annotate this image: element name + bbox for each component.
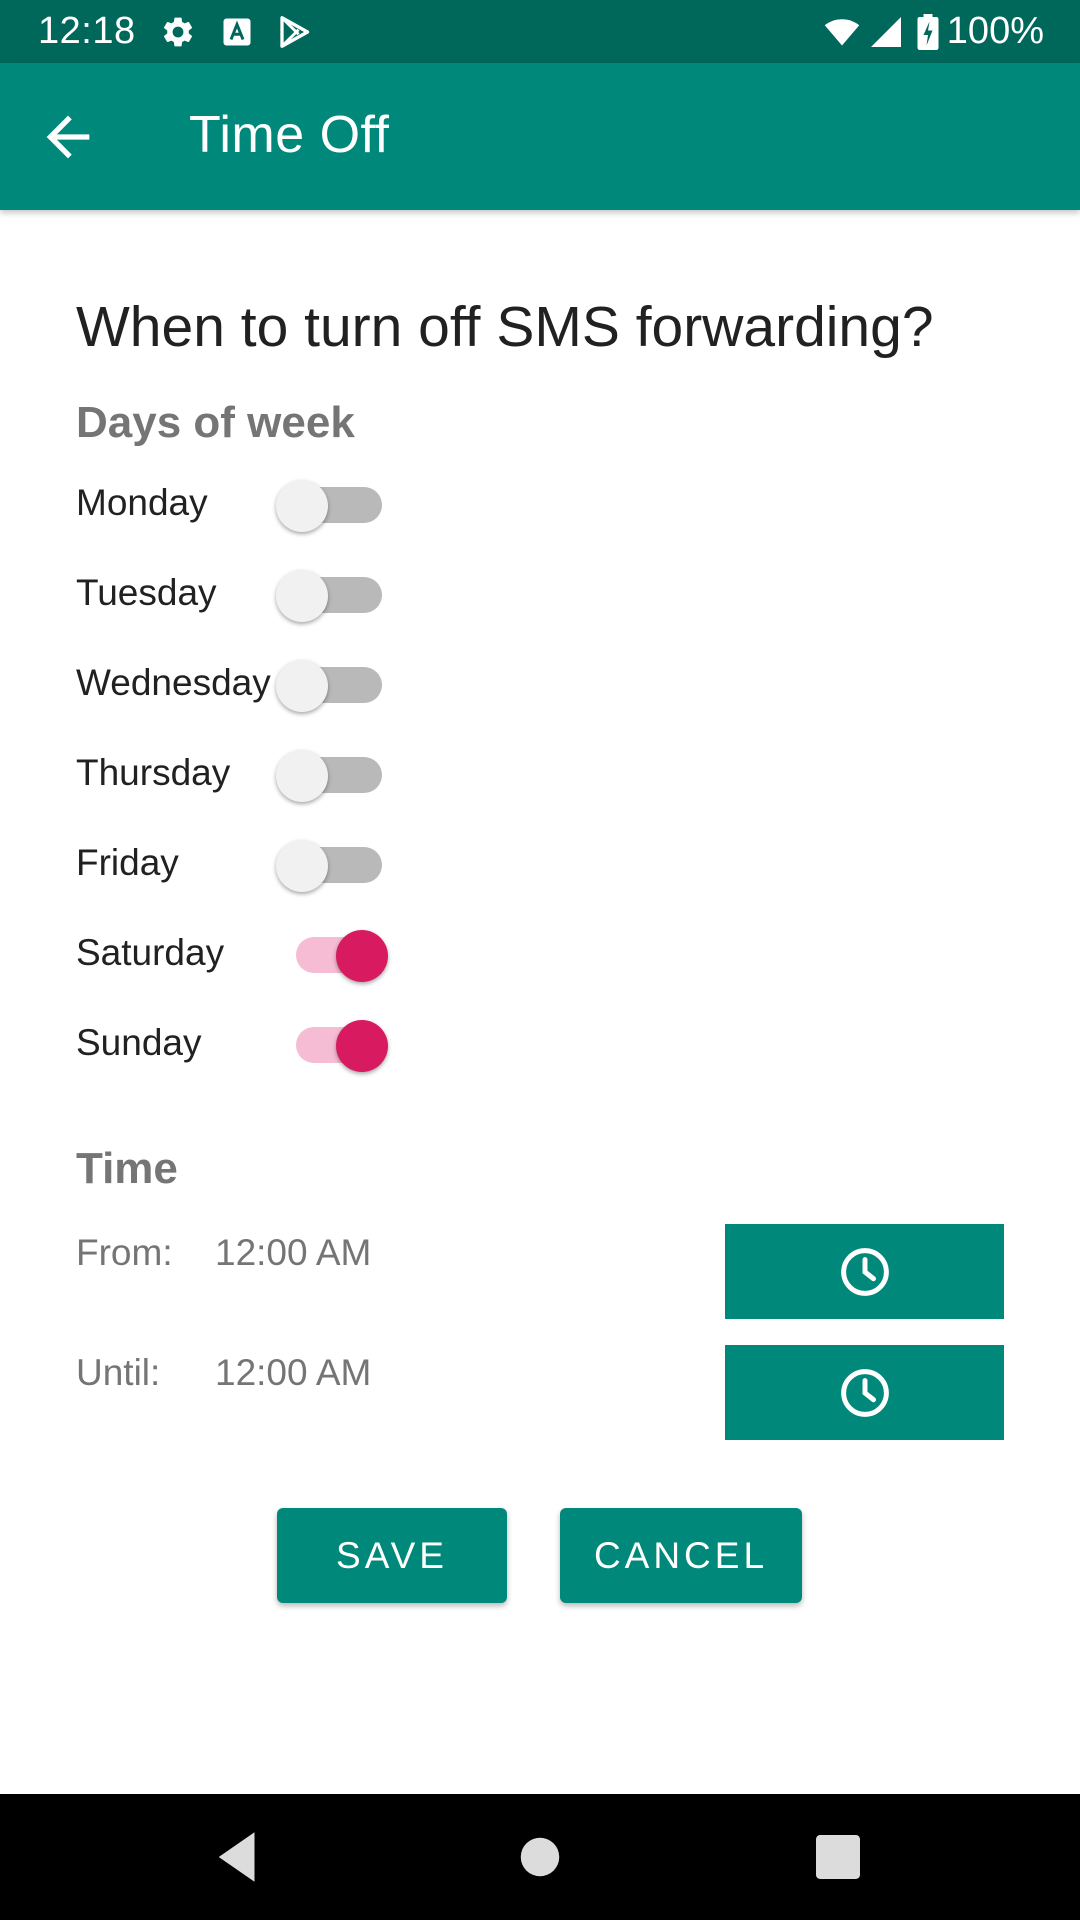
switch-thumb — [336, 930, 388, 982]
day-row-wednesday: Wednesday — [76, 650, 396, 720]
saturday-switch[interactable] — [276, 920, 388, 990]
font-a-icon — [223, 18, 251, 46]
day-label: Monday — [76, 482, 208, 523]
clock-icon — [840, 1368, 889, 1417]
switch-thumb — [276, 750, 328, 802]
wednesday-switch[interactable] — [276, 650, 388, 720]
switch-thumb — [276, 570, 328, 622]
day-label: Tuesday — [76, 572, 217, 613]
home-circle-icon[interactable] — [507, 1824, 573, 1890]
from-time-picker-button[interactable] — [725, 1224, 1004, 1319]
day-row-saturday: Saturday — [76, 920, 396, 990]
screen: 12:18 100% Time Off When to turn off SMS… — [0, 0, 1080, 1920]
day-row-tuesday: Tuesday — [76, 560, 396, 630]
from-time-value: 12:00 AM — [215, 1232, 372, 1273]
until-label: Until: — [76, 1352, 161, 1393]
day-label: Sunday — [76, 1022, 202, 1063]
clock-icon — [840, 1247, 889, 1296]
day-row-friday: Friday — [76, 830, 396, 900]
day-row-monday: Monday — [76, 470, 396, 540]
cancel-button[interactable]: CANCEL — [560, 1508, 802, 1603]
from-label: From: — [76, 1232, 173, 1273]
day-label: Saturday — [76, 932, 225, 973]
days-section-header: Days of week — [76, 398, 355, 447]
save-button[interactable]: SAVE — [277, 1508, 507, 1603]
thursday-switch[interactable] — [276, 740, 388, 810]
battery-charging-icon — [917, 14, 939, 50]
question-heading: When to turn off SMS forwarding? — [76, 295, 934, 359]
switch-thumb — [276, 840, 328, 892]
until-time-value: 12:00 AM — [215, 1352, 372, 1393]
page-title: Time Off — [189, 106, 390, 164]
day-row-thursday: Thursday — [76, 740, 396, 810]
until-time-picker-button[interactable] — [725, 1345, 1004, 1440]
day-label: Thursday — [76, 752, 231, 793]
recents-square-icon[interactable] — [805, 1824, 871, 1890]
navigation-bar — [0, 1794, 1080, 1920]
day-label: Wednesday — [76, 662, 271, 703]
battery-percent: 100% — [946, 10, 1044, 52]
switch-thumb — [336, 1020, 388, 1072]
back-button[interactable] — [30, 105, 110, 169]
app-bar: Time Off — [0, 63, 1080, 210]
status-bar: 12:18 100% — [0, 0, 1080, 63]
arrow-back-icon — [46, 115, 90, 159]
switch-thumb — [276, 480, 328, 532]
wifi-icon — [824, 19, 860, 46]
day-row-sunday: Sunday — [76, 1010, 396, 1080]
back-triangle-icon[interactable] — [205, 1824, 271, 1890]
tuesday-switch[interactable] — [276, 560, 388, 630]
sunday-switch[interactable] — [276, 1010, 388, 1080]
monday-switch[interactable] — [276, 470, 388, 540]
day-label: Friday — [76, 842, 179, 883]
play-store-icon — [280, 16, 310, 48]
cell-signal-icon — [871, 17, 901, 47]
gear-icon — [163, 17, 193, 47]
friday-switch[interactable] — [276, 830, 388, 900]
time-section-header: Time — [76, 1144, 178, 1193]
status-time: 12:18 — [38, 10, 136, 52]
switch-thumb — [276, 660, 328, 712]
